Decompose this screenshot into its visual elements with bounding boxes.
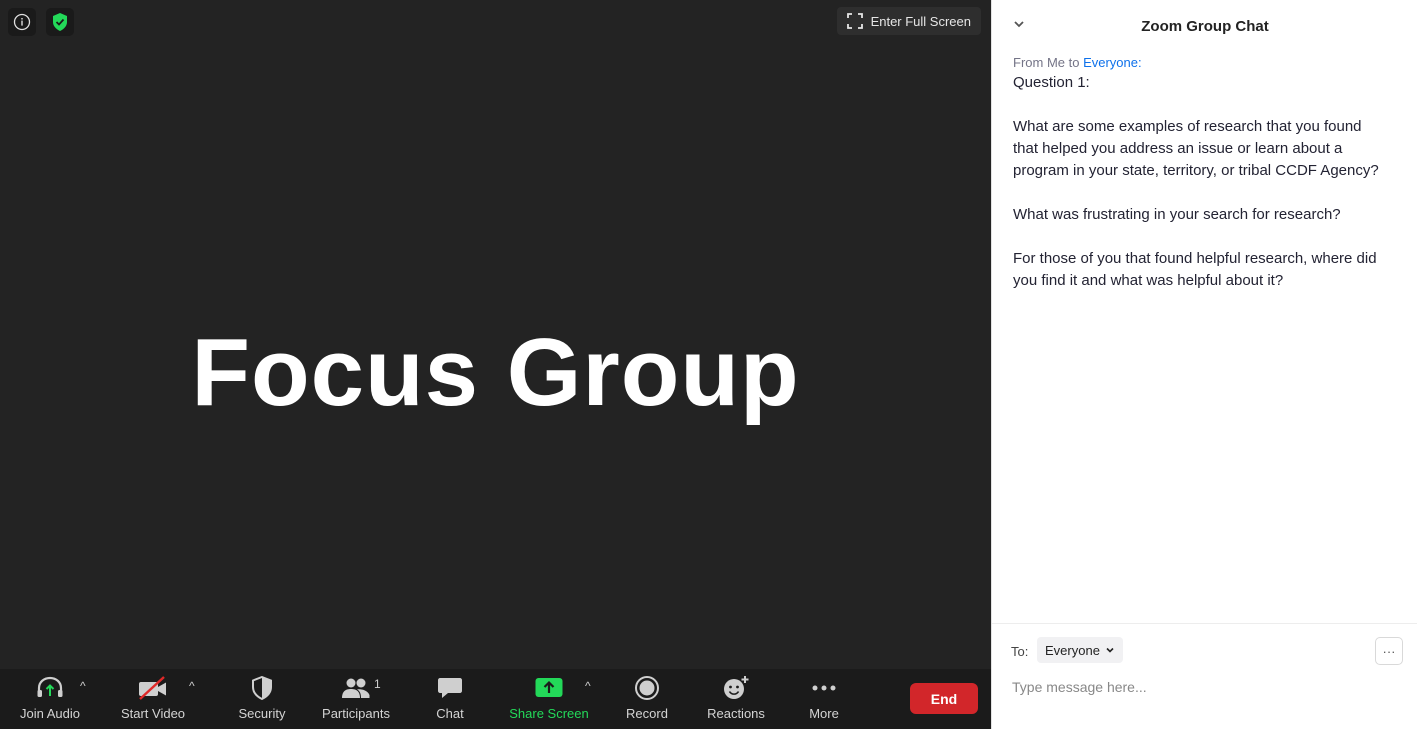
participant-count: 1 [374, 677, 381, 691]
share-screen-label: Share Screen [509, 706, 589, 721]
reactions-label: Reactions [707, 706, 765, 721]
recipient-value: Everyone [1045, 642, 1100, 658]
chat-message: From Me to Everyone: Question 1: What ar… [1013, 55, 1383, 292]
share-options-caret-icon[interactable]: ^ [585, 679, 591, 693]
join-audio-label: Join Audio [20, 706, 80, 721]
chat-header: Zoom Group Chat [992, 0, 1417, 52]
security-label: Security [238, 706, 286, 721]
chat-title: Zoom Group Chat [1141, 18, 1269, 35]
chat-bubble-icon [438, 678, 462, 698]
video-options-caret-icon[interactable]: ^ [189, 679, 195, 693]
message-from-prefix: From Me to [1013, 55, 1084, 70]
participants-button[interactable]: 1 Participants [316, 673, 396, 725]
participants-label: Participants [322, 706, 390, 721]
more-button[interactable]: More [796, 673, 852, 725]
chat-composer: To: Everyone ··· [992, 623, 1417, 729]
start-video-button[interactable]: Start Video [114, 673, 192, 725]
reactions-emoji-icon [724, 676, 749, 699]
end-meeting-button[interactable]: End [910, 683, 978, 714]
chat-more-options-button[interactable]: ··· [1375, 637, 1403, 665]
record-icon [635, 676, 659, 700]
security-button[interactable]: Security [230, 673, 294, 725]
more-label: More [809, 706, 839, 721]
participants-icon [342, 678, 370, 698]
message-sender-line: From Me to Everyone: [1013, 55, 1383, 70]
meeting-view: Enter Full Screen Focus Group Join Audio… [0, 0, 991, 729]
fullscreen-label: Enter Full Screen [870, 13, 971, 29]
headphones-icon [37, 676, 63, 697]
enter-full-screen-button[interactable]: Enter Full Screen [836, 7, 981, 35]
chat-button[interactable]: Chat [420, 673, 480, 725]
share-screen-icon [535, 678, 563, 697]
record-label: Record [626, 706, 668, 721]
start-video-label: Start Video [120, 706, 186, 721]
more-dots-icon [812, 685, 836, 691]
security-shield-icon [252, 676, 272, 700]
recipient-dropdown[interactable]: Everyone [1037, 637, 1123, 663]
audio-options-caret-icon[interactable]: ^ [80, 679, 86, 693]
video-off-icon [139, 676, 166, 700]
chat-panel: Zoom Group Chat From Me to Everyone: Que… [991, 0, 1417, 729]
shared-content-title: Focus Group [191, 319, 800, 426]
record-button[interactable]: Record [617, 673, 677, 725]
message-body: Question 1: What are some examples of re… [1013, 74, 1379, 289]
join-audio-button[interactable]: Join Audio [12, 673, 88, 725]
share-screen-button[interactable]: Share Screen [504, 673, 594, 725]
meeting-info-icon[interactable] [8, 8, 36, 36]
top-left-icons [8, 8, 74, 36]
chat-messages: From Me to Everyone: Question 1: What ar… [1013, 55, 1383, 292]
fullscreen-icon [846, 13, 863, 29]
meeting-toolbar: Join Audio ^ Start Video ^ Security 1 Pa… [0, 669, 991, 729]
chat-label: Chat [436, 706, 464, 721]
chat-message-input[interactable] [1010, 672, 1394, 702]
reactions-button[interactable]: Reactions [700, 673, 772, 725]
message-recipient-link[interactable]: Everyone: [1083, 55, 1142, 70]
to-label: To: [1011, 644, 1029, 659]
encryption-shield-icon[interactable] [46, 8, 74, 36]
chevron-down-icon [1106, 647, 1114, 653]
